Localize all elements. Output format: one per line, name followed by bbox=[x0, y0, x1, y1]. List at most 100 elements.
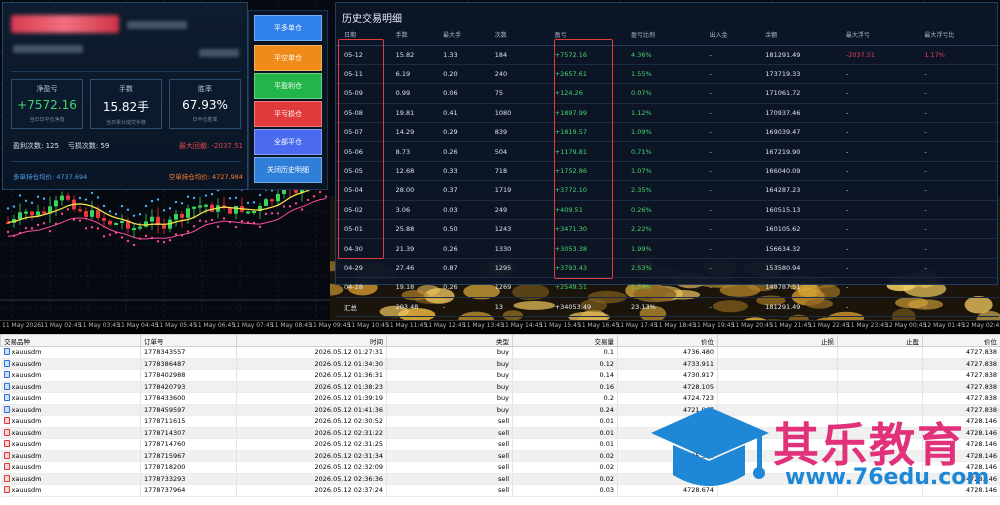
history-cell: - bbox=[701, 297, 758, 317]
history-cell: - bbox=[837, 238, 917, 259]
history-cell: 184 bbox=[486, 45, 547, 65]
band-dot bbox=[246, 201, 250, 205]
history-cell: - bbox=[701, 45, 758, 65]
history-cell: 05-02 bbox=[336, 200, 388, 221]
orders-col-header[interactable]: 止盈 bbox=[837, 334, 923, 347]
history-cell: 0.71% bbox=[623, 141, 702, 162]
order-symbol: xauusdm bbox=[11, 348, 42, 357]
orders-col-header[interactable]: 类型 bbox=[386, 334, 513, 347]
history-cell: 1295 bbox=[486, 258, 547, 279]
order-row[interactable]: xauusdm 1778718200 2026.05.12 02:32:09 sell… bbox=[0, 461, 1000, 474]
close-history-button[interactable]: 关闭历史明细 bbox=[254, 157, 322, 183]
order-cell bbox=[837, 450, 923, 462]
order-row[interactable]: xauusdm 1778386487 2026.05.12 01:34:30 buy 0… bbox=[0, 358, 1000, 370]
orders-col-header[interactable]: 订单号 bbox=[140, 334, 237, 347]
history-cell: 160515.13 bbox=[757, 200, 838, 221]
order-row[interactable]: xauusdm 1778715967 2026.05.12 02:31:34 sell… bbox=[0, 450, 1000, 462]
order-cell: 4727.838 bbox=[922, 392, 1000, 405]
order-cell: 2026.05.12 01:36:31 bbox=[236, 369, 387, 382]
band-dot bbox=[78, 196, 82, 200]
order-row[interactable]: xauusdm 1778711615 2026.05.12 02:30:52 sell… bbox=[0, 415, 1000, 428]
order-cell bbox=[837, 369, 923, 382]
history-cell: 504 bbox=[486, 141, 547, 162]
history-col-header: 盈亏 bbox=[546, 25, 624, 46]
close-profit-button[interactable]: 平盈利仓 bbox=[254, 73, 322, 99]
orders-col-header[interactable]: 交易量 bbox=[512, 334, 618, 347]
band-dot bbox=[222, 217, 226, 220]
time-axis-label: 12 May 02:45 bbox=[962, 322, 1000, 329]
order-cell: 2026.05.12 02:37:24 bbox=[236, 484, 387, 497]
order-cell: 1778459597 bbox=[140, 404, 237, 416]
win-rate-box: 胜率 67.93% 日平仓胜率 bbox=[169, 79, 241, 129]
candle-body bbox=[108, 220, 112, 225]
history-table: 日期 手数 最大手 次数 盈亏 盈亏比例 出入金 余额 最大浮亏 最大浮亏比 05-12 15.82… bbox=[336, 25, 999, 317]
order-row[interactable]: xauusdm 1778433600 2026.05.12 01:39:19 buy 0… bbox=[0, 392, 1000, 405]
history-cell: 0.33 bbox=[435, 161, 487, 182]
history-cell: 0.87 bbox=[435, 258, 487, 279]
history-col-header: 次数 bbox=[486, 25, 547, 46]
candle-body bbox=[120, 220, 124, 224]
history-cell: - bbox=[837, 200, 917, 221]
close-short-button[interactable]: 平空单仓 bbox=[254, 45, 322, 71]
candle-body bbox=[24, 211, 28, 214]
order-symbol: xauusdm bbox=[11, 463, 42, 472]
band-dot bbox=[312, 195, 316, 198]
band-dot bbox=[162, 241, 166, 244]
band-dot bbox=[198, 219, 202, 222]
time-axis-label: 12 May 00:45 bbox=[885, 322, 927, 329]
history-cell: 167219.90 bbox=[757, 141, 838, 162]
order-row[interactable]: xauusdm 1778737964 2026.05.12 02:37:24 sell… bbox=[0, 484, 1000, 497]
history-cell: - bbox=[837, 122, 917, 143]
order-row[interactable]: xauusdm 1778714760 2026.05.12 02:31:25 sell… bbox=[0, 438, 1000, 451]
order-row[interactable]: xauusdm 1778420793 2026.05.12 01:38:23 buy 0… bbox=[0, 381, 1000, 393]
order-cell bbox=[717, 346, 838, 359]
order-symbol-cell: xauusdm bbox=[0, 392, 141, 405]
order-row[interactable]: xauusdm 1778459597 2026.05.12 01:41:36 buy 0… bbox=[0, 404, 1000, 416]
orders-col-header[interactable]: 时间 bbox=[236, 334, 387, 347]
history-row: 05-04 28.00 0.37 1719 +3772.10 2.35% -164287.2… bbox=[336, 180, 999, 201]
close-loss-button[interactable]: 平亏损仓 bbox=[254, 101, 322, 127]
band-dot bbox=[114, 212, 118, 216]
history-cell: - bbox=[837, 180, 917, 201]
candle-body bbox=[66, 195, 70, 200]
order-symbol: xauusdm bbox=[11, 359, 42, 368]
orders-col-header[interactable]: 止损 bbox=[717, 334, 838, 347]
order-cell: 2026.05.12 02:31:34 bbox=[236, 450, 387, 462]
orders-body: xauusdm 1778343557 2026.05.12 01:27:31 buy 0… bbox=[0, 346, 1000, 497]
orders-col-header[interactable]: 交易品种 bbox=[0, 334, 141, 347]
time-axis-label: 11 May 22:45 bbox=[808, 322, 850, 329]
history-cell: 203.48 bbox=[387, 297, 436, 317]
order-cell: 4726.272 bbox=[617, 461, 718, 474]
candle-body bbox=[264, 199, 268, 206]
history-cell: +409.51 bbox=[546, 200, 624, 221]
order-row[interactable]: xauusdm 1778402988 2026.05.12 01:36:31 buy 0… bbox=[0, 369, 1000, 382]
order-row[interactable]: xauusdm 1778714307 2026.05.12 02:31:22 sell… bbox=[0, 427, 1000, 439]
history-cell: - bbox=[916, 161, 999, 182]
band-dot bbox=[270, 212, 274, 215]
close-all-button[interactable]: 全部平仓 bbox=[254, 129, 322, 155]
history-cell: 04-30 bbox=[336, 238, 388, 259]
order-row[interactable]: xauusdm 1778343557 2026.05.12 01:27:31 buy 0… bbox=[0, 346, 1000, 359]
order-cell: 4728.146 bbox=[922, 427, 1000, 439]
history-cell: - bbox=[916, 64, 999, 85]
history-cell: 05-05 bbox=[336, 161, 388, 182]
order-row[interactable]: xauusdm 1778733293 2026.05.12 02:36:36 sell… bbox=[0, 473, 1000, 485]
order-symbol-cell: xauusdm bbox=[0, 450, 141, 462]
history-cell: 8.73 bbox=[387, 141, 436, 162]
order-cell: 4724.747 bbox=[617, 438, 718, 451]
order-cell bbox=[837, 415, 923, 428]
history-cell: 0.20 bbox=[435, 64, 487, 85]
history-cell: - bbox=[701, 258, 758, 279]
history-cell: - bbox=[916, 219, 999, 240]
orders-col-header[interactable]: 价位 bbox=[922, 334, 1000, 347]
history-cell: 12.68 bbox=[387, 161, 436, 182]
band-dot bbox=[96, 196, 100, 199]
order-cell: 2026.05.12 01:38:23 bbox=[236, 381, 387, 393]
close-long-button[interactable]: 平多单仓 bbox=[254, 15, 322, 41]
orders-col-header[interactable]: 价位 bbox=[617, 334, 718, 347]
order-cell bbox=[717, 484, 838, 497]
band-dot bbox=[126, 208, 130, 211]
history-header-row: 日期 手数 最大手 次数 盈亏 盈亏比例 出入金 余额 最大浮亏 最大浮亏比 bbox=[336, 25, 999, 46]
sell-order-icon bbox=[3, 428, 10, 436]
band-dot bbox=[192, 196, 196, 200]
